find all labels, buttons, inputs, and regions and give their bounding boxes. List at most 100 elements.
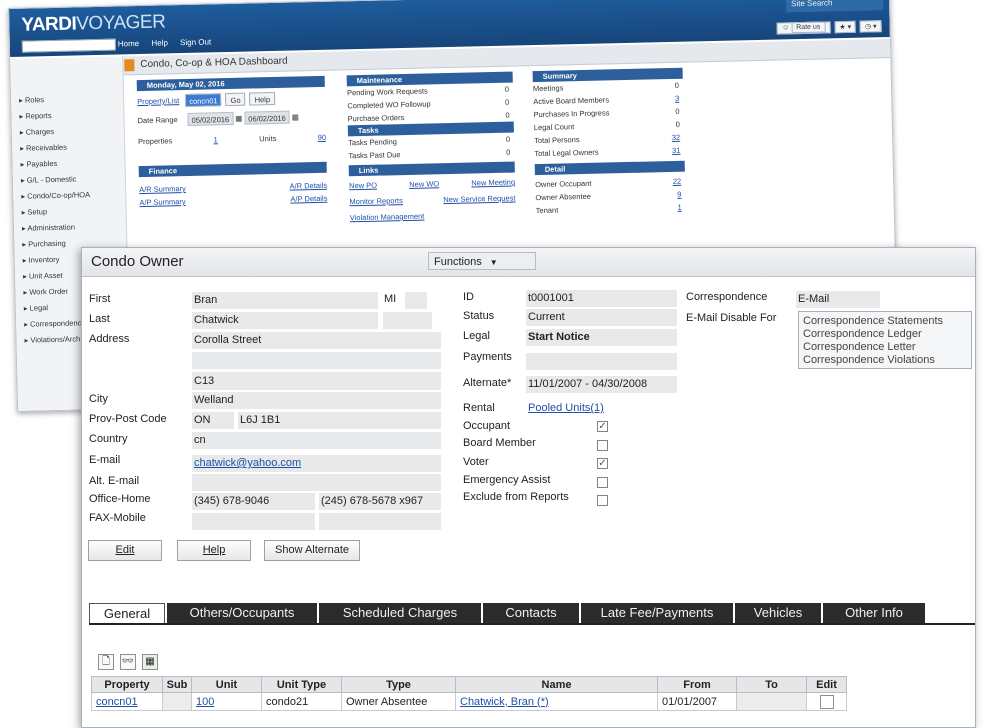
- column-header[interactable]: Edit: [806, 676, 847, 693]
- calendar-icon[interactable]: ▦: [292, 110, 299, 123]
- nav-help-link[interactable]: Help: [151, 38, 168, 47]
- email-field[interactable]: chatwick@yahoo.com: [192, 455, 441, 472]
- list-item[interactable]: Correspondence Statements: [803, 315, 967, 328]
- new-record-icon[interactable]: 🗋: [98, 654, 114, 670]
- edit-row-checkbox[interactable]: [819, 694, 834, 709]
- list-item[interactable]: Correspondence Ledger: [803, 328, 967, 341]
- name-link[interactable]: Chatwick, Bran (*): [460, 696, 549, 708]
- ap-details-link[interactable]: A/P Details: [290, 192, 327, 206]
- correspondence-field[interactable]: E-Mail: [796, 291, 880, 308]
- property-link[interactable]: concn01: [96, 696, 138, 708]
- mi-field[interactable]: [405, 292, 427, 309]
- mobile-field[interactable]: [319, 513, 441, 530]
- address-line4-field[interactable]: C13: [192, 373, 441, 390]
- calendar-icon[interactable]: ▦: [235, 112, 242, 125]
- tab-contacts[interactable]: Contacts: [483, 603, 579, 623]
- voter-checkbox[interactable]: ✓: [597, 458, 608, 469]
- last-name-suffix-field[interactable]: [383, 312, 432, 329]
- stat-link[interactable]: 1: [677, 201, 685, 214]
- column-header[interactable]: From: [657, 676, 737, 693]
- stat-link[interactable]: 31: [672, 144, 685, 157]
- tab-general[interactable]: General: [89, 603, 165, 623]
- history-clock-icon[interactable]: ◷ ▾: [859, 20, 882, 33]
- show-alternate-button[interactable]: Show Alternate: [264, 540, 360, 561]
- stat-label: Tenant: [535, 205, 559, 216]
- property-input[interactable]: concn01: [185, 93, 222, 108]
- office-phone-field[interactable]: (345) 678-9046: [192, 493, 315, 510]
- new-po-link[interactable]: New PO: [349, 179, 377, 193]
- stat-label: Owner Absentee: [535, 191, 591, 203]
- column-header[interactable]: Name: [455, 676, 658, 693]
- ar-summary-link[interactable]: A/R Summary: [139, 182, 186, 196]
- violation-management-link[interactable]: Violation Management: [350, 210, 425, 225]
- column-header[interactable]: Property: [91, 676, 163, 693]
- rate-us-button[interactable]: ☺ Rate us: [776, 21, 831, 35]
- emergency-assist-checkbox[interactable]: [597, 477, 608, 488]
- ar-details-link[interactable]: A/R Details: [289, 179, 327, 193]
- stat-link[interactable]: 22: [673, 175, 686, 188]
- fax-field[interactable]: [192, 513, 315, 530]
- country-field[interactable]: cn: [192, 432, 441, 449]
- tab-others-occupants[interactable]: Others/Occupants: [167, 603, 317, 623]
- payments-field[interactable]: [526, 353, 677, 370]
- column-header[interactable]: Type: [341, 676, 456, 693]
- nav-signout-link[interactable]: Sign Out: [180, 37, 211, 47]
- tab-late-fee-payments[interactable]: Late Fee/Payments: [581, 603, 733, 623]
- edit-button[interactable]: Edit: [88, 540, 162, 561]
- tab-other-info[interactable]: Other Info: [823, 603, 925, 623]
- monitor-reports-link[interactable]: Monitor Reports: [349, 194, 403, 208]
- tab-scheduled-charges[interactable]: Scheduled Charges: [319, 603, 481, 623]
- functions-dropdown[interactable]: Functions ▼: [428, 252, 536, 270]
- new-wo-link[interactable]: New WO: [409, 177, 439, 191]
- stat-link[interactable]: 32: [672, 131, 685, 144]
- units-count-link[interactable]: 90: [317, 131, 327, 144]
- exclude-reports-checkbox[interactable]: [597, 495, 608, 506]
- date-to-input[interactable]: 06/02/2016: [244, 110, 290, 125]
- id-field[interactable]: t0001001: [526, 290, 677, 307]
- property-list-link[interactable]: Property/List: [137, 94, 179, 108]
- rental-field[interactable]: Pooled Units(1): [528, 402, 604, 414]
- city-field[interactable]: Welland: [192, 392, 441, 409]
- stat-link[interactable]: 9: [677, 188, 685, 201]
- province-field[interactable]: ON: [192, 412, 234, 429]
- email-link[interactable]: chatwick@yahoo.com: [194, 457, 301, 469]
- ap-summary-link[interactable]: A/P Summary: [139, 195, 185, 209]
- excel-export-icon[interactable]: ▦: [142, 654, 158, 670]
- binoculars-icon[interactable]: 👓: [120, 654, 136, 670]
- new-service-request-link[interactable]: New Service Request: [443, 192, 515, 207]
- home-phone-field[interactable]: (245) 678-5678 x967: [319, 493, 441, 510]
- nav-home-link[interactable]: Home: [118, 39, 140, 48]
- last-name-field[interactable]: Chatwick: [192, 312, 378, 329]
- pooled-units-link[interactable]: Pooled Units(1): [528, 402, 604, 414]
- email-disable-listbox[interactable]: Correspondence Statements Correspondence…: [798, 311, 972, 369]
- date-from-input[interactable]: 05/02/2016: [187, 111, 234, 126]
- occupant-checkbox[interactable]: ✓: [597, 421, 608, 432]
- help-button[interactable]: Help: [249, 91, 276, 106]
- column-header[interactable]: To: [736, 676, 807, 693]
- stat-link[interactable]: 3: [675, 92, 683, 105]
- unit-link[interactable]: 100: [196, 696, 214, 708]
- alternate-field[interactable]: 11/01/2007 - 04/30/2008: [526, 376, 677, 393]
- column-header[interactable]: Unit: [191, 676, 262, 693]
- new-meeting-link[interactable]: New Meeting: [471, 176, 515, 190]
- legal-field[interactable]: Start Notice: [526, 329, 677, 346]
- address-line2-field[interactable]: [192, 352, 441, 369]
- column-header[interactable]: Sub: [162, 676, 192, 693]
- properties-count-link[interactable]: 1: [213, 133, 218, 146]
- postal-code-field[interactable]: L6J 1B1: [238, 412, 441, 429]
- tab-vehicles[interactable]: Vehicles: [735, 603, 821, 623]
- go-button[interactable]: Go: [225, 92, 246, 107]
- help-button[interactable]: Help: [177, 540, 251, 561]
- address-line1-field[interactable]: Corolla Street: [192, 332, 441, 349]
- favorites-star-icon[interactable]: ★ ▾: [834, 20, 857, 34]
- collapse-menu-icon[interactable]: [124, 59, 135, 72]
- alt-email-field[interactable]: [192, 474, 441, 491]
- status-field[interactable]: Current: [526, 309, 677, 326]
- column-header[interactable]: Unit Type: [261, 676, 342, 693]
- first-name-field[interactable]: Bran: [192, 292, 378, 309]
- menu-search-input[interactable]: [21, 38, 116, 53]
- board-member-checkbox[interactable]: [597, 440, 608, 451]
- site-search-input[interactable]: Site Search: [785, 0, 884, 13]
- list-item[interactable]: Correspondence Violations: [803, 354, 967, 367]
- list-item[interactable]: Correspondence Letter: [803, 341, 967, 354]
